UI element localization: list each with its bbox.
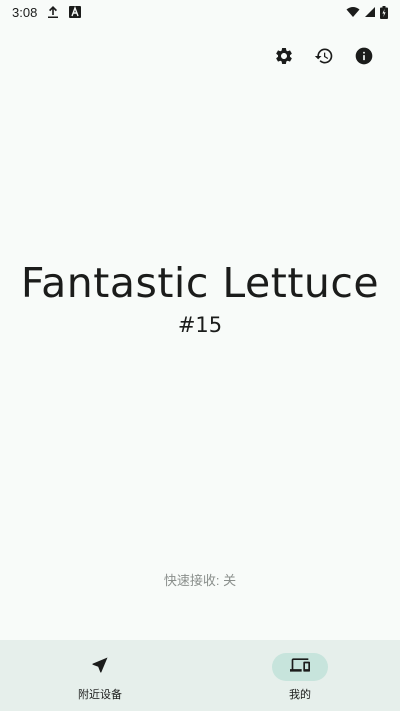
bottom-nav: 附近设备 我的: [0, 640, 400, 711]
signal-icon: [364, 6, 376, 18]
nav-icon-container: [72, 653, 128, 681]
nav-icon-container-active: [272, 653, 328, 681]
device-name: Fantastic Lettuce: [20, 259, 380, 307]
upload-icon: [47, 5, 59, 19]
history-icon: [314, 46, 334, 66]
info-button[interactable]: [352, 44, 376, 68]
settings-button[interactable]: [272, 44, 296, 68]
status-bar: 3:08: [0, 0, 400, 24]
device-info: Fantastic Lettuce #15: [0, 255, 400, 337]
status-right: [346, 5, 388, 19]
nav-item-mine[interactable]: 我的: [200, 640, 400, 711]
battery-charging-icon: [380, 5, 388, 19]
top-actions: [272, 44, 376, 68]
settings-icon: [274, 46, 294, 66]
status-left: 3:08: [12, 4, 82, 20]
history-button[interactable]: [312, 44, 336, 68]
device-number: #15: [177, 313, 223, 337]
quick-receive-status[interactable]: 快速接收: 关: [0, 570, 400, 589]
nav-label-mine: 我的: [289, 689, 311, 701]
nav-label-nearby-devices: 附近设备: [78, 689, 122, 701]
font-a-icon: [69, 6, 82, 18]
status-time: 3:08: [12, 4, 38, 20]
info-icon: [354, 46, 374, 66]
wifi-icon: [346, 6, 360, 18]
nav-item-nearby-devices[interactable]: 附近设备: [0, 640, 200, 711]
devices-icon: [289, 655, 311, 680]
navigation-arrow-icon: [90, 655, 110, 680]
